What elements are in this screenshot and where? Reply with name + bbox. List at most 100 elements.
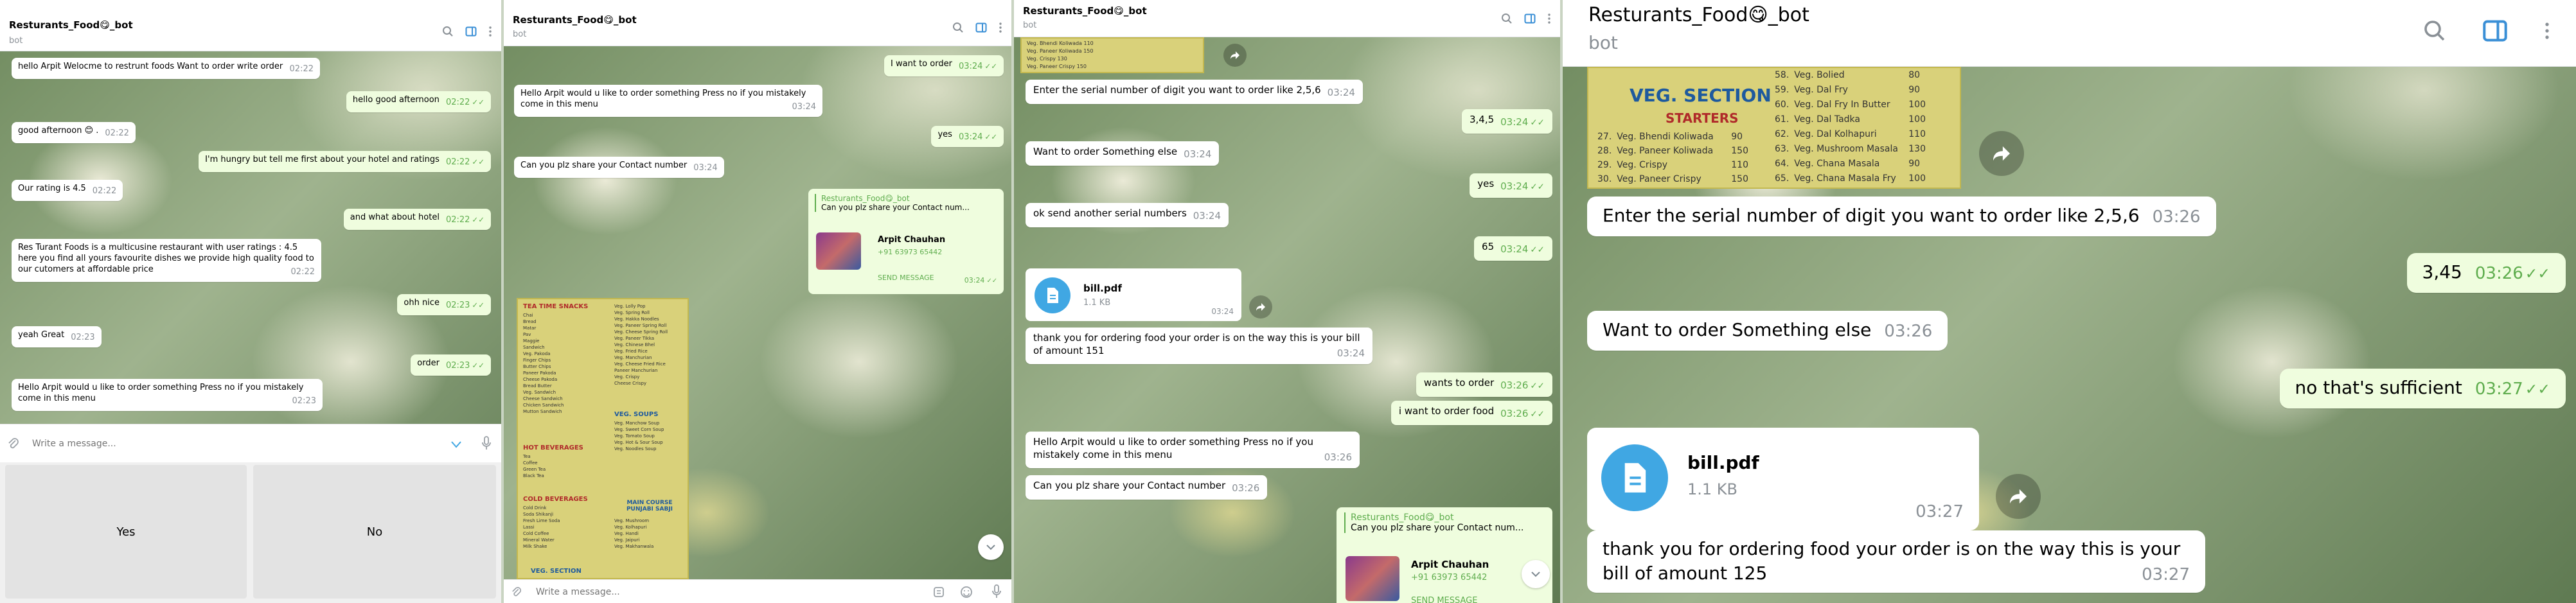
message-outgoing[interactable]: i want to order food 03:26 ✓✓ <box>1390 401 1552 425</box>
double-check-icon: ✓✓ <box>472 361 484 370</box>
forward-arrow-icon <box>1256 303 1265 311</box>
reply-quote[interactable]: Resturants_Food😋_bot Can you plz share y… <box>1344 512 1523 533</box>
forward-arrow-icon <box>2010 489 2027 504</box>
file-message[interactable]: bill.pdf 1.1 KB 03:24 <box>1026 268 1241 321</box>
message-incoming[interactable]: Our rating is 4.5 02:22 <box>12 180 123 201</box>
reply-quote[interactable]: Resturants_Food😋_bot Can you plz share y… <box>815 194 970 212</box>
chat-panel-1: Resturants_Food😋_bot bot hello Arpit Wel… <box>0 0 504 603</box>
message-outgoing[interactable]: yes 03:24 ✓✓ <box>1470 173 1552 198</box>
send-message-button[interactable]: SEND MESSAGE <box>1411 596 1477 603</box>
message-incoming[interactable]: thank you for ordering food your order i… <box>1587 530 2205 593</box>
message-time: 03:26 <box>1500 408 1529 419</box>
menu-item-no: 59. <box>1775 85 1790 95</box>
chat-title[interactable]: Resturants_Food😋_bot <box>1023 5 1147 17</box>
more-vert-icon[interactable] <box>488 26 492 37</box>
message-outgoing[interactable]: and what about hotel 02:22 ✓✓ <box>343 209 491 230</box>
send-message-button[interactable]: SEND MESSAGE <box>878 274 934 282</box>
menu-image[interactable]: VEG. SECTION STARTERS 27. Veg. Bhendi Kol… <box>1587 67 1961 189</box>
menu-item-no: 60. <box>1775 100 1790 110</box>
sidebar-toggle-icon[interactable] <box>975 22 987 33</box>
message-outgoing[interactable]: yes 03:24 ✓✓ <box>931 126 1004 147</box>
more-vert-icon[interactable] <box>1547 13 1551 24</box>
message-time: 03:26 <box>2152 207 2201 227</box>
message-outgoing[interactable]: 3,4,5 03:24 ✓✓ <box>1461 109 1552 134</box>
search-icon[interactable] <box>2423 19 2446 42</box>
message-incoming[interactable]: Hello Arpit would u like to order someth… <box>12 379 323 411</box>
message-incoming[interactable]: Hello Arpit would u like to order someth… <box>1026 432 1360 468</box>
message-outgoing[interactable]: wants to order 03:26 ✓✓ <box>1416 372 1552 397</box>
menu-item: Veg. Crispy 130 <box>1027 56 1067 62</box>
document-icon[interactable] <box>1601 444 1668 511</box>
microphone-icon[interactable] <box>482 436 491 450</box>
chat-title[interactable]: Resturants_Food😋_bot <box>513 14 637 26</box>
message-incoming[interactable]: hello Arpit Welocme to restrunt foods Wa… <box>12 58 320 79</box>
message-outgoing[interactable]: I want to order 03:24 ✓✓ <box>884 55 1004 76</box>
more-vert-icon[interactable] <box>999 22 1002 33</box>
emoji-icon[interactable] <box>960 586 973 599</box>
message-incoming[interactable]: yeah Great 02:23 <box>12 326 102 347</box>
paperclip-icon[interactable] <box>8 437 19 450</box>
menu-item: Matar <box>523 326 537 331</box>
message-input[interactable] <box>536 585 889 599</box>
paperclip-icon[interactable] <box>511 586 522 598</box>
contact-message[interactable]: Resturants_Food😋_bot Can you plz share y… <box>808 189 1004 294</box>
forward-button[interactable] <box>1979 131 2024 176</box>
forward-button[interactable] <box>1223 44 1247 67</box>
forward-button[interactable] <box>1996 474 2041 519</box>
message-incoming[interactable]: Want to order Something else 03:24 <box>1026 141 1220 166</box>
more-vert-icon[interactable] <box>2544 20 2550 42</box>
search-icon[interactable] <box>952 22 964 33</box>
message-incoming[interactable]: Res Turant Foods is a multicusine restau… <box>12 239 321 282</box>
message-text: Want to order Something else <box>1603 319 1872 340</box>
file-name: bill.pdf <box>1083 283 1122 294</box>
file-message[interactable]: bill.pdf 1.1 KB 03:27 <box>1587 428 1979 530</box>
message-outgoing[interactable]: I'm hungry but tell me first about your … <box>199 151 491 172</box>
message-outgoing[interactable]: 3,45 03:26 ✓✓ <box>2406 253 2566 293</box>
keyboard-button-yes[interactable]: Yes <box>5 465 247 599</box>
menu-item-name: Veg. Paneer Koliwada <box>1617 146 1714 156</box>
message-incoming[interactable]: Enter the serial number of digit you wan… <box>1026 80 1363 104</box>
menu-image[interactable]: Veg. Bhendi Koliwada 110 Veg. Paneer Koli… <box>1020 37 1204 73</box>
sidebar-toggle-icon[interactable] <box>1524 13 1536 24</box>
sidebar-toggle-icon[interactable] <box>2482 18 2508 44</box>
microphone-icon[interactable] <box>992 584 1001 599</box>
message-incoming[interactable]: Want to order Something else 03:26 <box>1587 311 1948 351</box>
message-outgoing[interactable]: hello good afternoon 02:22 ✓✓ <box>346 91 491 112</box>
message-incoming[interactable]: thank you for ordering food your order i… <box>1026 328 1372 364</box>
search-icon[interactable] <box>442 26 454 37</box>
message-incoming[interactable]: ok send another serial numbers 03:24 <box>1026 203 1229 227</box>
message-incoming[interactable]: Can you plz share your Contact number 03:… <box>1026 475 1268 500</box>
contact-message[interactable]: Resturants_Food😋_bot Can you plz share y… <box>1337 507 1552 603</box>
menu-item: Veg. Jaipuri <box>614 537 640 543</box>
search-icon[interactable] <box>1501 13 1513 24</box>
message-outgoing[interactable]: order 02:23 ✓✓ <box>411 354 491 376</box>
menu-item-name: Veg. Dal Fry In Butter <box>1794 100 1890 110</box>
keyboard-icon[interactable] <box>450 440 463 449</box>
message-outgoing[interactable]: ohh nice 02:23 ✓✓ <box>397 294 491 315</box>
menu-items-soups: Veg. Manchow Soup Veg. Sweet Corn Soup Veg… <box>614 420 664 452</box>
menu-item: Veg. Cheese Spring Roll <box>614 329 668 335</box>
message-incoming[interactable]: Can you plz share your Contact number 03:… <box>514 157 724 178</box>
message-incoming[interactable]: Hello Arpit would u like to order someth… <box>514 85 822 117</box>
reply-author: Resturants_Food😋_bot <box>1351 512 1454 523</box>
scroll-down-button[interactable] <box>1522 560 1550 588</box>
chat-title[interactable]: Resturants_Food😋_bot <box>9 19 133 31</box>
forward-button[interactable] <box>1249 295 1272 319</box>
menu-item: Veg. Bhendi Koliwada 110 <box>1027 40 1094 46</box>
contact-name: Arpit Chauhan <box>878 235 946 245</box>
document-icon[interactable] <box>1035 277 1070 313</box>
chat-title[interactable]: Resturants_Food😋_bot <box>1588 4 1809 26</box>
message-incoming[interactable]: Enter the serial number of digit you wan… <box>1587 197 2216 236</box>
scroll-down-button[interactable] <box>978 534 1004 560</box>
message-outgoing[interactable]: 65 03:24 ✓✓ <box>1474 236 1552 261</box>
message-input[interactable] <box>32 436 418 451</box>
chat-header: Resturants_Food😋_bot bot <box>504 0 1011 46</box>
message-incoming[interactable]: good afternoon 😊 . 02:22 <box>12 122 136 143</box>
sidebar-toggle-icon[interactable] <box>465 26 477 37</box>
message-outgoing[interactable]: no that's sufficient 03:27 ✓✓ <box>2279 369 2566 408</box>
keyboard-button-no[interactable]: No <box>253 465 496 599</box>
message-time: 03:24 <box>958 62 983 71</box>
menu-image[interactable]: TEA TIME SNACKS VEG. SOUPS HOT BEVERAGES… <box>517 298 689 579</box>
bot-commands-icon[interactable] <box>933 586 945 598</box>
message-time: 02:22 <box>445 157 470 167</box>
